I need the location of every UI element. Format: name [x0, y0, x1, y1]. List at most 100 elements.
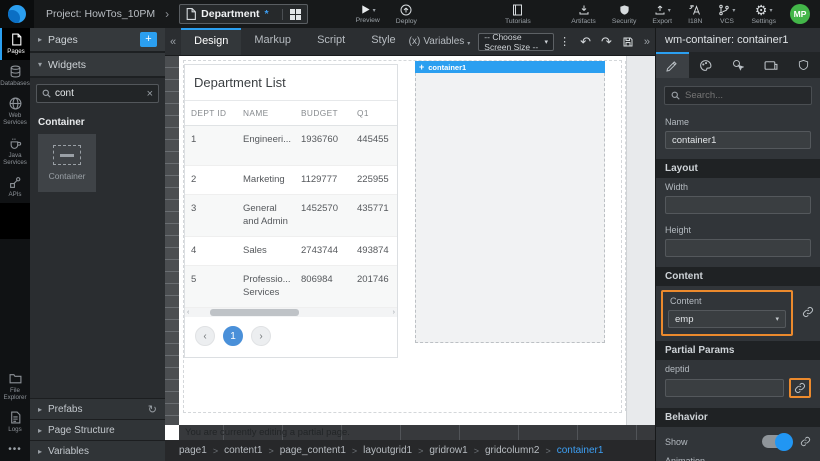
current-page-button[interactable]: 1: [223, 326, 243, 346]
column-header[interactable]: NAME: [237, 101, 295, 125]
rail-item-web-services[interactable]: Web Services: [0, 92, 30, 131]
breadcrumb-item[interactable]: gridrow1: [429, 445, 467, 456]
rail-item-file-explorer[interactable]: File Explorer: [0, 367, 30, 406]
column-header[interactable]: BUDGET: [295, 101, 351, 125]
left-panel: ▸ Pages + ▾ Widgets × Container Containe…: [30, 28, 165, 461]
rail-item-apis[interactable]: APIs: [0, 171, 30, 203]
globe-icon: [9, 97, 22, 110]
tab-events[interactable]: [722, 52, 755, 78]
breadcrumb-item-active[interactable]: container1: [557, 445, 604, 456]
widget-search-input[interactable]: [55, 88, 143, 99]
rail-item-java-services[interactable]: Java Services: [0, 132, 30, 171]
tab-markup[interactable]: Markup: [241, 28, 304, 55]
settings-button[interactable]: ⚙▾ Settings: [751, 4, 776, 25]
table-row[interactable]: 3 General and Admin 1452570 435771: [185, 195, 397, 237]
department-data-table[interactable]: Department List DEPT ID NAME BUDGET Q1 1…: [184, 64, 398, 358]
table-row[interactable]: 1 Engineeri... 1936760 445455: [185, 126, 397, 166]
chevron-right-icon: ▸: [38, 35, 42, 44]
page-selector[interactable]: Department *: [179, 4, 307, 24]
collapse-right-panel-button[interactable]: »: [639, 36, 655, 48]
refresh-icon[interactable]: ↻: [148, 403, 157, 416]
table-row[interactable]: 5 Professio... Services 806984 201746: [185, 266, 397, 308]
redo-icon[interactable]: ↷: [596, 34, 617, 50]
i18n-button[interactable]: I18N: [688, 4, 702, 25]
page-canvas[interactable]: Department List DEPT ID NAME BUDGET Q1 1…: [179, 56, 627, 425]
scrollbar-thumb[interactable]: [210, 309, 299, 316]
tab-script[interactable]: Script: [304, 28, 358, 55]
breadcrumb-item[interactable]: gridcolumn2: [485, 445, 539, 456]
column-header[interactable]: Q1: [351, 101, 395, 125]
container-widget-tile[interactable]: Container: [38, 134, 96, 192]
section-layout: Layout: [656, 159, 820, 178]
scroll-left-arrow[interactable]: ‹: [187, 309, 189, 316]
tab-design[interactable]: Design: [181, 28, 241, 55]
wavemaker-logo[interactable]: [0, 0, 34, 28]
table-row[interactable]: 4 Sales 2743744 493874: [185, 237, 397, 266]
design-canvas[interactable]: Department List DEPT ID NAME BUDGET Q1 1…: [165, 56, 655, 425]
horizontal-scrollbar[interactable]: ‹ ›: [185, 308, 397, 317]
breadcrumb-item[interactable]: content1: [224, 445, 262, 456]
rail-more-icon[interactable]: •••: [0, 438, 30, 461]
property-search-input[interactable]: [685, 90, 805, 101]
scroll-right-arrow[interactable]: ›: [393, 309, 395, 316]
pages-accordion[interactable]: ▸ Pages +: [30, 28, 165, 51]
deploy-button[interactable]: Deploy: [396, 4, 417, 25]
breadcrumb-item[interactable]: page_content1: [280, 445, 346, 456]
rail-item-pages[interactable]: Pages: [0, 28, 30, 60]
prefabs-accordion[interactable]: ▸ Prefabs ↻: [30, 398, 165, 419]
shield-outline-icon: [798, 59, 809, 71]
table-header-row: DEPT ID NAME BUDGET Q1: [185, 101, 397, 126]
tab-devices[interactable]: [754, 52, 787, 78]
top-bar: Project: HowTos_10PM › Department * ▾ Pr…: [0, 0, 820, 28]
page-grid-icon[interactable]: [282, 9, 301, 20]
container-drop-area[interactable]: [415, 73, 605, 343]
shield-icon: [619, 4, 630, 16]
breadcrumb-item[interactable]: page1: [179, 445, 207, 456]
widgets-accordion[interactable]: ▾ Widgets: [30, 53, 165, 76]
screen-size-select[interactable]: -- Choose Screen Size -- ▾: [478, 33, 554, 51]
bind-content-icon[interactable]: [802, 306, 814, 318]
add-page-button[interactable]: +: [140, 32, 157, 47]
rail-item-databases[interactable]: Databases: [0, 60, 30, 92]
content-select[interactable]: emp ▾: [668, 310, 786, 328]
artifacts-button[interactable]: Artifacts: [571, 4, 596, 25]
selected-container-widget[interactable]: + container1: [415, 61, 605, 343]
width-input[interactable]: [672, 200, 804, 211]
tab-properties[interactable]: [656, 52, 689, 78]
tutorials-button[interactable]: Tutorials: [505, 4, 531, 25]
undo-icon[interactable]: ↶: [575, 34, 596, 50]
variables-accordion[interactable]: ▸ Variables: [30, 440, 165, 461]
next-page-button[interactable]: ›: [251, 326, 271, 346]
tab-security[interactable]: [787, 52, 820, 78]
container-selection-header[interactable]: + container1: [415, 61, 605, 73]
page-structure-accordion[interactable]: ▸ Page Structure: [30, 419, 165, 440]
save-icon[interactable]: [617, 36, 639, 48]
previous-page-button[interactable]: ‹: [195, 326, 215, 346]
deptid-input[interactable]: [672, 383, 777, 394]
vcs-button[interactable]: ▾ VCS: [718, 4, 735, 25]
preview-button[interactable]: ▾ Preview: [356, 4, 380, 24]
height-input[interactable]: [672, 243, 804, 254]
show-toggle[interactable]: [762, 435, 792, 448]
variables-menu[interactable]: (x) Variables ▾: [409, 36, 471, 47]
more-options-icon[interactable]: ⋮: [554, 35, 575, 48]
collapse-left-panel-button[interactable]: «: [165, 36, 181, 48]
security-button[interactable]: Security: [612, 4, 637, 25]
table-title: Department List: [185, 65, 397, 101]
column-header[interactable]: DEPT ID: [185, 101, 237, 125]
search-icon: [42, 89, 51, 98]
bind-deptid-icon[interactable]: [794, 382, 806, 394]
clear-search-icon[interactable]: ×: [147, 88, 153, 100]
name-input[interactable]: [672, 135, 804, 146]
table-row[interactable]: 2 Marketing 1129777 225955: [185, 166, 397, 195]
bind-show-icon[interactable]: [800, 436, 811, 447]
tab-styles[interactable]: [689, 52, 722, 78]
breadcrumb-item[interactable]: layoutgrid1: [363, 445, 412, 456]
export-button[interactable]: ▾ Export: [652, 4, 672, 25]
user-avatar[interactable]: MP: [790, 4, 810, 24]
property-search-box[interactable]: [664, 86, 812, 105]
height-field: Height: [656, 221, 820, 264]
tab-style[interactable]: Style: [358, 28, 408, 55]
rail-item-logs[interactable]: Logs: [0, 406, 30, 438]
widget-search-box[interactable]: ×: [36, 84, 159, 103]
